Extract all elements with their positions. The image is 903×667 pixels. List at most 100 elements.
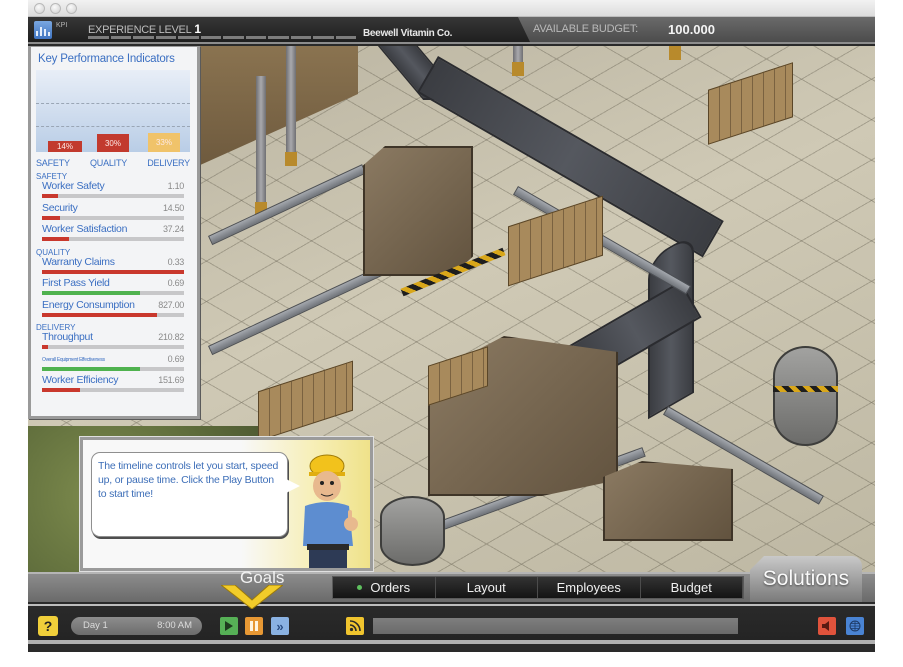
play-icon xyxy=(225,621,233,631)
tab-orders[interactable]: Orders xyxy=(333,577,436,598)
game-clock: Day 1 8:00 AM xyxy=(71,617,202,635)
metric-progress-track xyxy=(42,194,184,198)
metric-name: Worker Efficiency xyxy=(42,374,119,386)
pause-icon xyxy=(250,621,258,631)
fast-forward-button[interactable]: » xyxy=(271,617,289,635)
metric-name: Throughput xyxy=(42,331,93,343)
game-window: KPI EXPERIENCE LEVEL 1 Beewell Vitamin Co… xyxy=(28,0,875,652)
metric-progress-fill xyxy=(42,366,140,371)
kpi-label: KPI xyxy=(56,22,68,29)
zoom-window-button[interactable] xyxy=(66,3,77,14)
kpi-toggle-button[interactable] xyxy=(34,21,52,39)
news-ticker xyxy=(373,618,738,634)
speaker-icon xyxy=(822,621,829,631)
support-pillar xyxy=(255,76,267,216)
metric-progress-fill xyxy=(42,237,69,241)
metric-value: 0.69 xyxy=(167,353,185,364)
metric-progress-fill xyxy=(42,388,81,392)
bar-chart-icon xyxy=(36,31,38,36)
window-titlebar xyxy=(28,0,875,17)
experience-segment xyxy=(133,36,154,39)
kpi-title: Key Performance Indicators xyxy=(38,53,175,65)
experience-segment xyxy=(313,36,334,39)
close-window-button[interactable] xyxy=(34,3,45,14)
speech-bubble: The timeline controls let you start, spe… xyxy=(91,452,300,537)
mixing-tank[interactable] xyxy=(773,346,838,446)
experience-segment xyxy=(178,36,199,39)
metric-progress-fill xyxy=(42,269,184,274)
tab-employees[interactable]: Employees xyxy=(538,577,641,598)
metric-progress-track xyxy=(42,345,184,349)
company-name: Beewell Vitamin Co. xyxy=(363,28,453,39)
experience-segment xyxy=(88,36,109,39)
processing-machine[interactable] xyxy=(363,146,473,276)
support-pillar xyxy=(669,46,681,60)
help-button[interactable]: ? xyxy=(38,616,58,636)
kpi-metric-row[interactable]: Worker Safety 1.10 xyxy=(42,180,184,200)
kpi-metric-row[interactable]: Worker Satisfaction 37.24 xyxy=(42,223,184,243)
time-label: 8:00 AM xyxy=(157,620,192,631)
support-pillar xyxy=(512,46,524,76)
worker-mascot-icon xyxy=(303,454,358,568)
kpi-metric-row[interactable]: First Pass Yield 0.69 xyxy=(42,277,184,297)
metric-progress-track xyxy=(42,237,184,241)
metric-name: Security xyxy=(42,201,78,214)
top-hud: KPI EXPERIENCE LEVEL 1 Beewell Vitamin Co… xyxy=(28,17,875,44)
tab-layout[interactable]: Layout xyxy=(435,577,538,598)
metric-progress-fill xyxy=(42,194,58,198)
tutorial-pointer-arrow xyxy=(221,585,283,609)
metric-progress-track xyxy=(42,312,184,317)
kpi-metric-row[interactable]: Warranty Claims 0.33 xyxy=(42,256,184,276)
minimize-window-button[interactable] xyxy=(50,3,61,14)
metric-value: 210.82 xyxy=(158,332,184,342)
support-pillar xyxy=(285,46,297,166)
metric-value: 827.00 xyxy=(158,299,184,310)
kpi-metric-row[interactable]: Throughput 210.82 xyxy=(42,331,184,351)
experience-segment xyxy=(290,36,311,39)
metric-progress-fill xyxy=(42,345,48,349)
metric-value: 151.69 xyxy=(158,375,184,385)
chart-category-label: DELIVERY xyxy=(147,158,190,168)
metric-progress-track xyxy=(42,269,184,274)
chart-category-labels: SAFETY QUALITY DELIVERY xyxy=(36,158,190,168)
metric-progress-track xyxy=(42,291,184,295)
experience-segment xyxy=(200,36,221,39)
small-machine[interactable] xyxy=(603,461,733,541)
metric-progress-fill xyxy=(42,215,61,220)
metric-progress-track xyxy=(42,215,184,220)
metric-progress-fill xyxy=(42,312,158,317)
active-indicator-icon xyxy=(357,585,363,590)
kpi-metric-row[interactable]: Energy Consumption 827.00 xyxy=(42,299,184,319)
tutorial-tip-panel: The timeline controls let you start, spe… xyxy=(79,436,374,572)
experience-segment xyxy=(110,36,131,39)
experience-segment xyxy=(223,36,244,39)
metric-name: Worker Safety xyxy=(42,180,105,192)
chart-category-label: SAFETY xyxy=(36,158,70,168)
metric-name: Worker Satisfaction xyxy=(42,223,128,235)
solutions-button[interactable]: Solutions xyxy=(750,556,862,602)
metric-value: 1.10 xyxy=(167,181,185,191)
mixing-tank[interactable] xyxy=(380,496,445,566)
news-feed-button[interactable] xyxy=(346,617,364,635)
metric-progress-track xyxy=(42,388,184,392)
experience-segment xyxy=(155,36,176,39)
kpi-metric-row[interactable]: Worker Efficiency 151.69 xyxy=(42,374,184,394)
kpi-bar-quality: 30% xyxy=(97,134,129,152)
budget-value: 100.000 xyxy=(668,22,715,37)
pause-button[interactable] xyxy=(245,617,263,635)
sound-toggle-button[interactable] xyxy=(818,617,836,635)
kpi-metric-row[interactable]: Overall Equipment Effectiveness 0.69 xyxy=(42,353,184,373)
play-button[interactable] xyxy=(220,617,238,635)
tab-budget[interactable]: Budget xyxy=(640,577,743,598)
metric-value: 0.33 xyxy=(167,256,185,267)
kpi-metric-row[interactable]: Security 14.50 xyxy=(42,202,184,222)
metric-name: Overall Equipment Effectiveness xyxy=(42,356,105,363)
day-label: Day 1 xyxy=(83,620,108,631)
rss-icon xyxy=(349,620,361,632)
metric-value: 0.69 xyxy=(167,278,185,288)
experience-progress-bar xyxy=(88,36,356,39)
budget-label: AVAILABLE BUDGET: xyxy=(533,23,639,35)
metric-name: Warranty Claims xyxy=(42,255,115,268)
language-button[interactable] xyxy=(846,617,864,635)
metric-progress-fill xyxy=(42,291,140,295)
